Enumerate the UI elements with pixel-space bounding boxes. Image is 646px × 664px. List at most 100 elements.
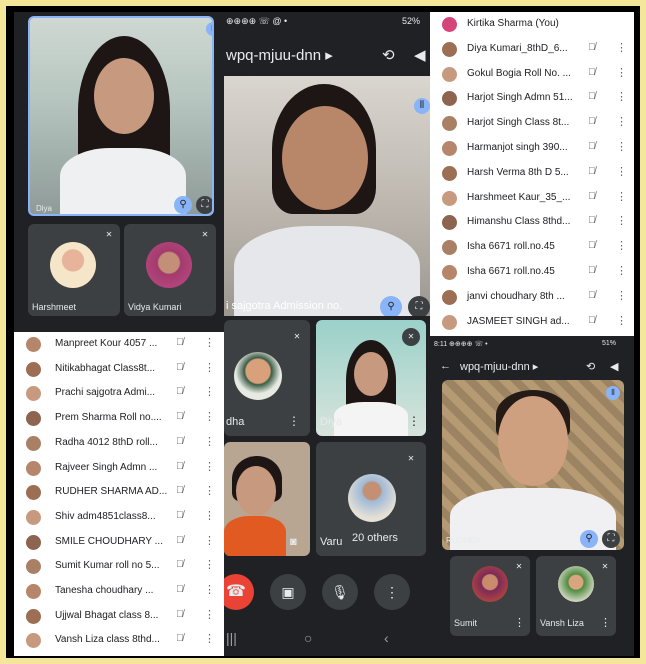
- main-video[interactable]: ⦀ i sajgotra Admission no. ⚲ ⛶: [224, 76, 430, 316]
- back-arrow-icon[interactable]: ←: [440, 360, 451, 372]
- pin-icon[interactable]: ⚲: [174, 196, 192, 214]
- avatar: [26, 435, 41, 451]
- participant-tile[interactable]: ✕ Diya ⋮: [316, 320, 426, 436]
- more-options-icon[interactable]: ⋮: [204, 608, 215, 621]
- participant-row[interactable]: Nitikabhagat Class8t... 🎙̸ ⋮: [14, 357, 224, 382]
- participant-row[interactable]: JASMEET SINGH ad... 🎙̸ ⋮: [430, 310, 634, 335]
- more-options-icon[interactable]: ⋮: [616, 140, 627, 153]
- participant-tile[interactable]: ✕ dha ⋮: [224, 320, 310, 436]
- switch-camera-icon[interactable]: ⟲: [382, 46, 395, 64]
- expand-icon[interactable]: ⛶: [602, 530, 620, 548]
- more-options-icon[interactable]: ⋮: [204, 632, 215, 645]
- more-options-icon[interactable]: ⋮: [616, 115, 627, 128]
- home-icon[interactable]: ○: [304, 630, 312, 646]
- more-options-icon[interactable]: ⋮: [204, 361, 215, 374]
- more-options-icon[interactable]: ⋮: [616, 41, 627, 54]
- end-call-button[interactable]: ☎: [224, 574, 254, 610]
- meeting-code[interactable]: wpq-mjuu-dnn ▸: [226, 46, 333, 64]
- speaker-icon[interactable]: ◀: [414, 46, 426, 64]
- participant-row[interactable]: Diya Kumari_8thD_6... 🎙̸ ⋮: [430, 37, 634, 62]
- recents-icon[interactable]: |||: [226, 630, 237, 646]
- main-video[interactable]: ⦀ RUDHER ⚲ ⛶: [442, 380, 624, 550]
- more-options-icon[interactable]: ⋮: [204, 336, 215, 349]
- more-options-icon[interactable]: ⋮: [616, 264, 627, 277]
- more-options-icon[interactable]: ⋮: [616, 239, 627, 252]
- more-options-icon[interactable]: ⋮: [616, 165, 627, 178]
- participant-row[interactable]: Manpreet Kour 4057 ... 🎙̸ ⋮: [14, 332, 224, 357]
- back-icon[interactable]: ‹: [384, 630, 389, 646]
- more-options-icon[interactable]: ⋮: [204, 385, 215, 398]
- more-options-icon[interactable]: ⋮: [616, 289, 627, 302]
- more-options-icon[interactable]: ⋮: [204, 509, 215, 522]
- participant-tile[interactable]: ◙: [224, 442, 310, 556]
- more-options-icon[interactable]: ⋮: [204, 558, 215, 571]
- participant-name: JASMEET SINGH ad...: [467, 315, 570, 327]
- participant-row[interactable]: Himanshu Class 8thd... 🎙̸ ⋮: [430, 210, 634, 235]
- participant-row[interactable]: Gokul Bogia Roll No. ... 🎙̸ ⋮: [430, 62, 634, 87]
- participant-row[interactable]: Prem Sharma Roll no.... 🎙̸ ⋮: [14, 406, 224, 431]
- participant-tile[interactable]: ✕ Harshmeet: [28, 224, 120, 316]
- more-options-icon[interactable]: ⋮: [408, 414, 420, 428]
- mic-off-icon: 🎙̸: [176, 608, 184, 620]
- main-video-caption: i sajgotra Admission no.: [226, 300, 343, 312]
- participant-row[interactable]: Sumit Kumar roll no 5... 🎙̸ ⋮: [14, 554, 224, 579]
- more-options-icon[interactable]: ⋮: [616, 314, 627, 327]
- more-options-icon[interactable]: ⋮: [204, 460, 215, 473]
- participant-row[interactable]: Vansh Liza class 8thd... 🎙̸ ⋮: [14, 628, 224, 653]
- participant-row[interactable]: SMILE CHOUDHARY ... 🎙̸ ⋮: [14, 530, 224, 555]
- participant-row[interactable]: Harmanjot singh 390... 🎙̸ ⋮: [430, 136, 634, 161]
- participant-tile[interactable]: ✕ Sumit ⋮: [450, 556, 530, 636]
- participant-name: Isha 6671 roll.no.45: [467, 241, 555, 253]
- participant-row[interactable]: Prachi sajgotra Admi... 🎙̸ ⋮: [14, 381, 224, 406]
- participant-row[interactable]: Ujjwal Bhagat class 8... 🎙̸ ⋮: [14, 604, 224, 629]
- pin-icon[interactable]: ⚲: [580, 530, 598, 548]
- more-options-icon[interactable]: ⋮: [204, 583, 215, 596]
- mic-toggle-button[interactable]: 🎙: [322, 574, 358, 610]
- speaker-icon[interactable]: ◀: [610, 360, 618, 373]
- more-options-icon[interactable]: ⋮: [616, 190, 627, 203]
- self-video-tile[interactable]: ⦀ Diya ⚲ ⛶: [28, 16, 214, 216]
- participant-row[interactable]: Isha 6671 roll.no.45 🎙̸ ⋮: [430, 260, 634, 285]
- participant-row[interactable]: RUDHER SHARMA AD... 🎙̸ ⋮: [14, 480, 224, 505]
- participant-name: Harjot Singh Class 8t...: [467, 117, 570, 129]
- meeting-code[interactable]: wpq-mjuu-dnn ▸: [460, 360, 538, 373]
- avatar: [442, 240, 457, 256]
- more-options-button[interactable]: ⋮: [374, 574, 410, 610]
- participant-row[interactable]: Harjot Singh Class 8t... 🎙̸ ⋮: [430, 111, 634, 136]
- participant-row[interactable]: janvi choudhary 8th ... 🎙̸ ⋮: [430, 285, 634, 310]
- more-options-icon[interactable]: ⋮: [288, 414, 300, 428]
- more-options-icon[interactable]: ⋮: [514, 616, 525, 629]
- participant-row[interactable]: Harsh Verma 8th D 5... 🎙̸ ⋮: [430, 161, 634, 186]
- participant-row[interactable]: Shiv adm4851class8... 🎙̸ ⋮: [14, 505, 224, 530]
- participant-row[interactable]: Tanesha choudhary ... 🎙̸ ⋮: [14, 579, 224, 604]
- participant-tile[interactable]: ✕ Vidya Kumari: [124, 224, 216, 316]
- avatar: [472, 566, 508, 602]
- more-options-icon[interactable]: ⋮: [204, 534, 215, 547]
- participant-row[interactable]: Harjot Singh Admn 51... 🎙̸ ⋮: [430, 86, 634, 111]
- expand-icon[interactable]: ⛶: [196, 196, 212, 214]
- participant-row[interactable]: Isha 6671 roll.no.45 🎙̸ ⋮: [430, 235, 634, 260]
- expand-icon[interactable]: ⛶: [408, 296, 430, 316]
- camera-toggle-button[interactable]: ▣: [270, 574, 306, 610]
- participant-tile[interactable]: ✕ Vansh Liza ⋮: [536, 556, 616, 636]
- more-options-icon[interactable]: ⋮: [616, 90, 627, 103]
- more-options-icon[interactable]: ⋮: [616, 214, 627, 227]
- camera-switch-icon[interactable]: ◙: [290, 536, 297, 548]
- pin-icon[interactable]: ⚲: [380, 296, 402, 316]
- participant-shirt: [60, 148, 186, 214]
- avatar: [442, 116, 457, 132]
- participant-row[interactable]: Rajveer Singh Admn ... 🎙̸ ⋮: [14, 456, 224, 481]
- participant-row[interactable]: Radha 4012 8thD roll... 🎙̸ ⋮: [14, 431, 224, 456]
- avatar: [26, 386, 41, 402]
- participant-row[interactable]: Harshmeet Kaur_35_... 🎙̸ ⋮: [430, 186, 634, 211]
- more-options-icon[interactable]: ⋮: [204, 435, 215, 448]
- switch-camera-icon[interactable]: ⟲: [586, 360, 595, 373]
- participant-tile[interactable]: ✕ Varu 20 others: [316, 442, 426, 556]
- more-options-icon[interactable]: ⋮: [600, 616, 611, 629]
- more-options-icon[interactable]: ⋮: [616, 66, 627, 79]
- more-options-icon[interactable]: ⋮: [204, 484, 215, 497]
- participant-row[interactable]: Kirtika Sharma (You)🎙̸⋮: [430, 12, 634, 37]
- avatar: [234, 352, 282, 400]
- others-count-chip[interactable]: 20 others: [346, 530, 404, 546]
- more-options-icon[interactable]: ⋮: [204, 410, 215, 423]
